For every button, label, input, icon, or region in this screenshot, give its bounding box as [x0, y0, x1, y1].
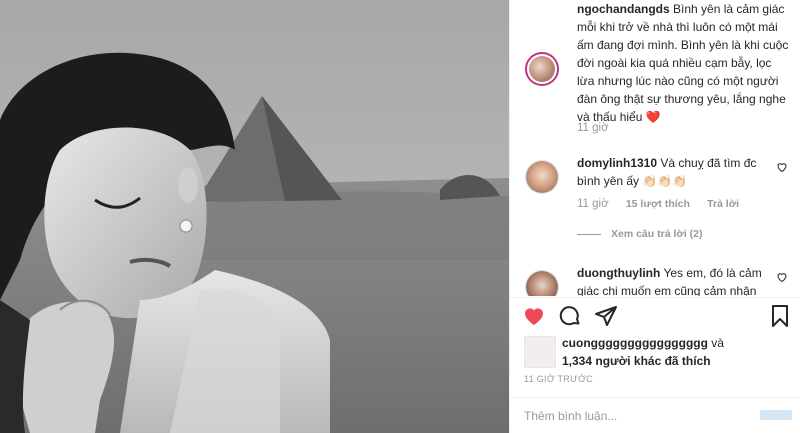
caption-username[interactable]: ngochandangds — [577, 2, 670, 16]
post-side-panel: ngochandangds Bình yên là cảm giác mỗi k… — [510, 0, 800, 433]
view-replies-label: Xem câu trả lời (2) — [611, 228, 703, 240]
post-comment-button[interactable] — [760, 410, 792, 420]
comment-time[interactable]: 11 giờ — [577, 198, 609, 210]
comment-likes-count[interactable]: 15 lượt thích — [626, 198, 690, 210]
post-time-ago[interactable]: 11 GIỜ TRƯỚC — [524, 374, 593, 384]
comment-text-block: domylinh1310 Và chuỵ đã tìm đc bình yên … — [577, 154, 767, 190]
likes-text: cuongggggggggggggggg và 1,334 người khác… — [562, 334, 792, 370]
comment-input[interactable] — [524, 406, 744, 426]
likes-connector: và — [711, 336, 724, 350]
comment-text-block: duongthuylinh Yes em, đó là cảm giác chị… — [577, 264, 767, 296]
comment-icon[interactable] — [558, 304, 582, 333]
clap-emoji: 👏🏻👏🏻👏🏻 — [642, 174, 688, 188]
reply-button[interactable]: Trả lời — [707, 198, 739, 210]
view-replies-button[interactable]: Xem câu trả lời (2) — [577, 228, 703, 240]
commenter-avatar[interactable] — [525, 160, 559, 194]
liker-avatar[interactable] — [524, 336, 556, 368]
share-icon[interactable] — [594, 304, 618, 333]
caption-text: Bình yên là cảm giác mỗi khi trở về nhà … — [577, 2, 789, 124]
comment-input-row — [510, 398, 800, 433]
first-liker-username[interactable]: cuongggggggggggggggg — [562, 336, 708, 350]
comment-meta: 11 giờ 15 lượt thích Trả lời — [577, 198, 753, 210]
caption-time[interactable]: 11 giờ — [577, 122, 609, 134]
comment-username[interactable]: domylinh1310 — [577, 156, 657, 170]
actions-divider — [510, 297, 800, 298]
comment-like-icon[interactable] — [776, 270, 788, 288]
photo-illustration — [0, 0, 509, 433]
commenter-avatar[interactable] — [525, 270, 559, 296]
post-photo — [0, 0, 509, 433]
heart-filled-icon[interactable] — [522, 304, 546, 333]
replies-line — [577, 233, 601, 235]
comment-like-icon[interactable] — [776, 160, 788, 178]
bookmark-icon[interactable] — [768, 304, 792, 333]
comments-list[interactable]: ngochandangds Bình yên là cảm giác mỗi k… — [510, 0, 800, 296]
author-avatar[interactable] — [525, 52, 559, 86]
others-liked-count[interactable]: 1,334 người khác đã thích — [562, 354, 711, 368]
caption-text-block: ngochandangds Bình yên là cảm giác mỗi k… — [577, 0, 792, 126]
comment-username[interactable]: duongthuylinh — [577, 266, 660, 280]
heart-emoji: ❤️ — [645, 110, 661, 124]
action-bar — [510, 300, 800, 332]
